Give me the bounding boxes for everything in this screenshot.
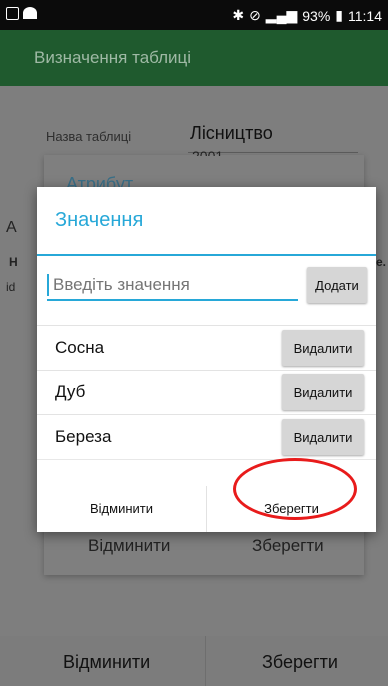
- value-row-label: Дуб: [55, 382, 86, 401]
- wifi-icon: [23, 7, 37, 19]
- value-row: Дуб Видалити: [37, 370, 376, 415]
- bottom-cancel-button[interactable]: Відминити: [63, 652, 150, 673]
- background-label-id: id: [6, 280, 16, 294]
- delete-value-button[interactable]: Видалити: [282, 330, 364, 366]
- background-label-a: А: [6, 219, 17, 236]
- title-divider: [37, 254, 376, 256]
- battery-icon: ▮: [335, 7, 343, 23]
- bottom-save-button[interactable]: Зберегти: [262, 652, 338, 673]
- value-input[interactable]: [47, 271, 298, 301]
- value-row: Сосна Видалити: [37, 325, 376, 371]
- background-cancel-button: Відминити: [88, 536, 171, 555]
- app-title: Визначення таблиці: [34, 48, 192, 67]
- signal-icon: ▂▄▆: [265, 7, 298, 23]
- value-row: Береза Видалити: [37, 415, 376, 460]
- bottom-bar: Відминити Зберегти: [0, 636, 388, 686]
- dialog-title: Значення: [55, 209, 144, 231]
- mute-icon: ⊘: [249, 7, 261, 23]
- add-value-button[interactable]: Додати: [307, 267, 367, 303]
- table-name-value: Лісництво: [190, 123, 273, 143]
- value-row-label: Береза: [55, 427, 112, 446]
- background-label-e: е.: [376, 255, 387, 269]
- table-name-label: Назва таблиці: [46, 129, 132, 144]
- attribute-title-partial: Атрибут: [66, 174, 134, 187]
- background-label-n: Н: [9, 255, 18, 269]
- status-bar: ✱ ⊘ ▂▄▆ 93% ▮ 11:14: [0, 0, 388, 30]
- bluetooth-icon: ✱: [232, 7, 245, 23]
- highlight-ellipse: [233, 458, 357, 520]
- app-bar: Визначення таблиці: [0, 30, 388, 86]
- bottom-divider: [205, 636, 206, 686]
- sim-icon: [6, 7, 19, 20]
- background-number: 2001: [192, 148, 224, 156]
- dialog-cancel-button[interactable]: Відминити: [37, 486, 206, 532]
- background-save-button: Зберегти: [252, 536, 324, 555]
- value-row-label: Сосна: [55, 338, 105, 357]
- status-time: 11:14: [348, 7, 382, 24]
- text-cursor: [47, 274, 49, 296]
- delete-value-button[interactable]: Видалити: [282, 419, 364, 455]
- battery-level: 93%: [302, 7, 331, 24]
- delete-value-button[interactable]: Видалити: [282, 374, 364, 410]
